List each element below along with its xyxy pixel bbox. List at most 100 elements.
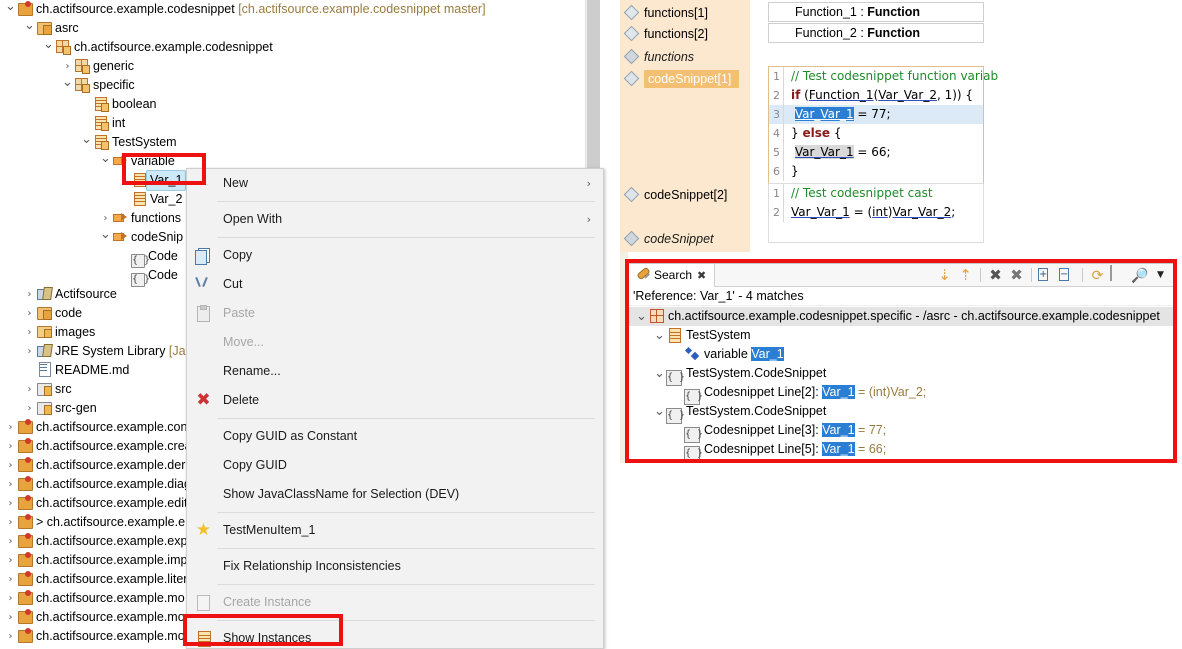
search-result-row[interactable]: ⌄ch.actifsource.example.codesnippet.spec… (629, 307, 1175, 326)
chevron-right-icon[interactable]: › (4, 475, 17, 494)
tree-item-ch-actifsource-example-codesnippet[interactable]: ⌄ch.actifsource.example.codesnippet [ch.… (0, 0, 600, 19)
chevron-right-icon[interactable]: › (4, 570, 17, 589)
code-line[interactable]: 2Var_Var_1 = (int)Var_Var_2; (769, 203, 983, 222)
next-match-icon[interactable]: ⇣ (936, 266, 953, 284)
code-line-highlighted[interactable]: 3 Var_Var_1 = 77; (769, 105, 983, 124)
editor-row-functions-2[interactable]: functions[2] (620, 23, 750, 46)
expand-all-icon[interactable]: + (1038, 266, 1055, 284)
editor-row-codesnippet-1[interactable]: codeSnippet[1] (620, 68, 750, 91)
chevron-down-icon[interactable]: ⌄ (653, 326, 666, 345)
chevron-down-icon[interactable]: ⌄ (653, 402, 666, 421)
menu-item-new[interactable]: New› (187, 169, 603, 198)
menu-item-copy-guid-as-constant[interactable]: Copy GUID as Constant (187, 422, 603, 451)
chevron-down-icon[interactable]: ⌄ (42, 38, 55, 51)
tree-item-specific[interactable]: ⌄specific (0, 76, 600, 95)
menu-item-copy-guid[interactable]: Copy GUID (187, 451, 603, 480)
pin-search-icon[interactable]: ⟳ (1089, 266, 1106, 284)
menu-item-copy[interactable]: Copy (187, 241, 603, 270)
chevron-right-icon[interactable]: › (23, 380, 36, 399)
search-result-row[interactable]: ⌄TestSystem (629, 326, 1175, 345)
tab-search[interactable]: Search✖ (629, 264, 715, 287)
tree-item-ch-actifsource-example-codesnippet[interactable]: ⌄ch.actifsource.example.codesnippet (0, 38, 600, 57)
chevron-right-icon[interactable]: › (4, 456, 17, 475)
chevron-right-icon[interactable]: › (23, 342, 36, 361)
chevron-down-icon[interactable]: ⌄ (61, 76, 74, 89)
model-editor[interactable]: functions[1]functions[2]functionscodeSni… (620, 0, 998, 252)
code-line[interactable]: 1// Test codesnippet cast (769, 184, 983, 203)
menu-item-show-javaclassname-for-selection-dev[interactable]: Show JavaClassName for Selection (DEV) (187, 480, 603, 509)
menu-item-show-instances[interactable]: Show Instances (187, 624, 603, 649)
menu-item-open-with[interactable]: Open With› (187, 205, 603, 234)
chevron-right-icon[interactable]: › (4, 551, 17, 570)
menu-item-cut[interactable]: Cut (187, 270, 603, 299)
close-icon[interactable]: ✖ (697, 269, 706, 282)
menu-item-testmenuitem-1[interactable]: ★TestMenuItem_1 (187, 516, 603, 545)
chevron-down-icon[interactable]: ⌄ (99, 228, 112, 241)
code-line[interactable]: 1// Test codesnippet function variable (769, 67, 983, 86)
tree-item-generic[interactable]: ›generic (0, 57, 600, 76)
search-result-row[interactable]: { }Codesnippet Line[5]: Var_1 = 66; (629, 440, 1175, 459)
view-menu-icon[interactable]: ▼ (1152, 266, 1169, 284)
chevron-right-icon[interactable]: › (4, 589, 17, 608)
search-result-row[interactable]: variable Var_1 (629, 345, 1175, 364)
chevron-right-icon[interactable]: › (4, 437, 17, 456)
menu-item-fix-relationship-inconsistencies[interactable]: Fix Relationship Inconsistencies (187, 552, 603, 581)
chevron-right-icon[interactable]: › (23, 399, 36, 418)
function-field-2[interactable]: Function_2 : Function (768, 23, 984, 43)
chevron-right-icon[interactable]: › (23, 323, 36, 342)
chevron-right-icon[interactable]: › (4, 608, 17, 627)
tree-item-boolean[interactable]: boolean (0, 95, 600, 114)
code-line[interactable]: 2if (Function_1(Var_Var_2, 1)) { (769, 86, 983, 105)
search-results-tree[interactable]: ⌄ch.actifsource.example.codesnippet.spec… (629, 306, 1175, 459)
remove-all-matches-icon[interactable]: ✖ (1008, 266, 1025, 284)
chevron-down-icon[interactable]: ⌄ (99, 152, 112, 165)
chevron-right-icon[interactable]: › (23, 285, 36, 304)
remove-selected-match-icon[interactable]: ✖ (987, 266, 1004, 284)
editor-row-codesnippet[interactable]: codeSnippet (620, 228, 750, 251)
search-result-row[interactable]: ⌄{ }TestSystem.CodeSnippet (629, 402, 1175, 421)
chevron-down-icon[interactable]: ⌄ (635, 307, 648, 326)
code-line[interactable]: 4} else { (769, 124, 983, 143)
cancel-search-icon[interactable] (1110, 266, 1127, 284)
chevron-right-icon[interactable]: › (99, 209, 112, 228)
search-view[interactable]: Search✖ ⇣⇡✖✖+−⟳🔎▼ 'Reference: Var_1' - 4… (628, 263, 1176, 461)
search-result-row[interactable]: ⌄{ }TestSystem.CodeSnippet (629, 364, 1175, 383)
chevron-right-icon[interactable]: › (4, 532, 17, 551)
codesnippet-2-editor[interactable]: 1// Test codesnippet cast 2Var_Var_1 = (… (768, 183, 984, 243)
tree-item-int[interactable]: int (0, 114, 600, 133)
collapse-diamond-icon[interactable] (624, 187, 640, 203)
codesnippet-1-editor[interactable]: 1// Test codesnippet function variable 2… (768, 66, 984, 185)
editor-row-functions-1[interactable]: functions[1] (620, 2, 750, 25)
editor-row-functions[interactable]: functions (620, 46, 750, 69)
code-line[interactable]: 5 Var_Var_1 = 66; (769, 143, 983, 162)
search-toolbar[interactable]: ⇣⇡ ✖✖ +−⟳ 🔎▼ (934, 266, 1171, 286)
chevron-right-icon[interactable]: › (4, 494, 17, 513)
editor-row-codesnippet-2[interactable]: codeSnippet[2] (620, 184, 750, 207)
collapse-diamond-icon[interactable] (624, 71, 640, 87)
chevron-right-icon[interactable]: › (61, 57, 74, 76)
chevron-right-icon[interactable]: › (4, 418, 17, 437)
chevron-right-icon[interactable]: › (4, 627, 17, 646)
chevron-down-icon[interactable]: ⌄ (23, 19, 36, 32)
code-line[interactable]: 6} (769, 162, 983, 181)
tree-item-asrc[interactable]: ⌄asrc (0, 19, 600, 38)
context-menu[interactable]: New›Open With›CopyCutPasteMove...Rename.… (186, 168, 604, 649)
previous-match-icon[interactable]: ⇡ (957, 266, 974, 284)
expand-diamond-icon[interactable] (624, 5, 640, 21)
menu-item-delete[interactable]: ✖Delete (187, 386, 603, 415)
search-result-row[interactable]: { }Codesnippet Line[2]: Var_1 = (int)Var… (629, 383, 1175, 402)
collapse-all-icon[interactable]: − (1059, 266, 1076, 284)
menu-item-rename[interactable]: Rename... (187, 357, 603, 386)
chevron-down-icon[interactable]: ⌄ (80, 133, 93, 146)
chevron-down-icon[interactable]: ⌄ (653, 364, 666, 383)
chevron-right-icon[interactable]: › (23, 304, 36, 323)
search-result-row[interactable]: { }Codesnippet Line[3]: Var_1 = 77; (629, 421, 1175, 440)
run-search-icon[interactable]: 🔎 (1131, 266, 1148, 284)
chevron-down-icon[interactable]: ⌄ (4, 0, 17, 13)
tree-item-label: ch.actifsource.example.crea (36, 439, 192, 453)
tree-item-testsystem[interactable]: ⌄TestSystem (0, 133, 600, 152)
expand-diamond-icon[interactable] (624, 26, 640, 42)
chevron-right-icon[interactable]: › (4, 513, 17, 532)
search-result-suffix: = 77; (855, 423, 887, 437)
function-field-1[interactable]: Function_1 : Function (768, 2, 984, 22)
